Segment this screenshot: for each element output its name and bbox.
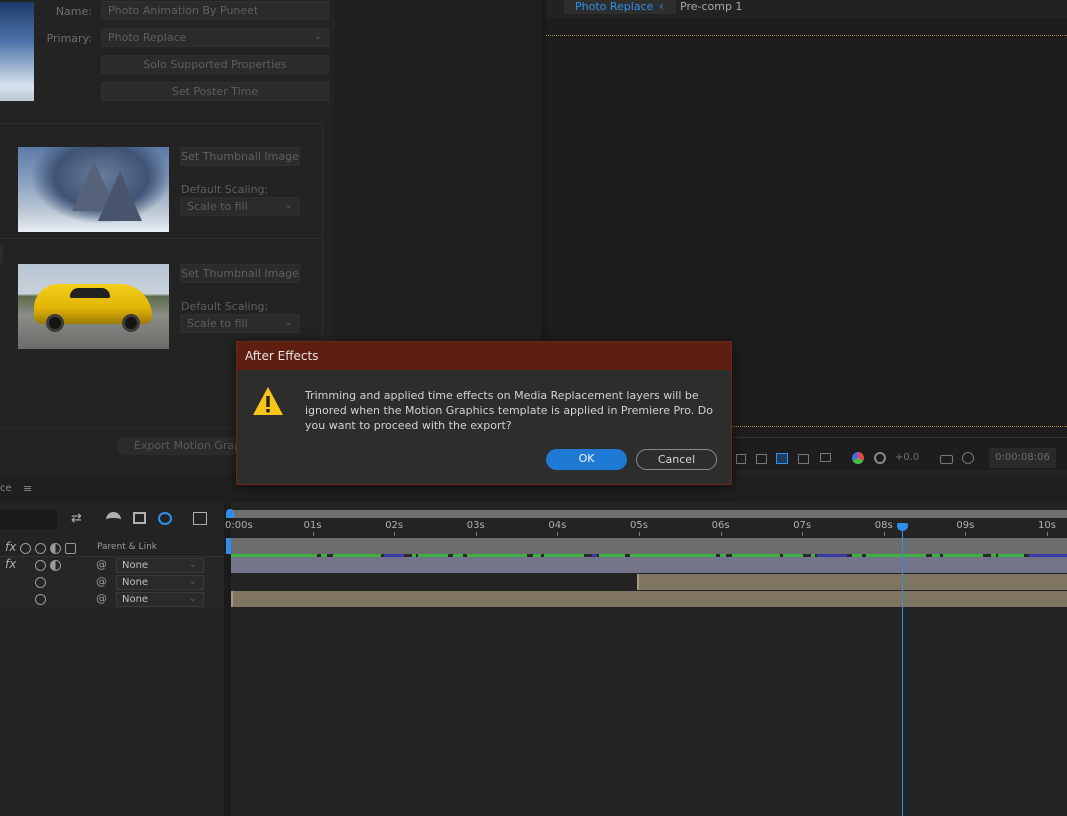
car-thumbnail <box>18 264 169 349</box>
ruler-label: 04s <box>548 520 567 531</box>
name-label: Name: <box>55 5 92 18</box>
ruler-tick <box>394 532 395 536</box>
cancel-button[interactable]: Cancel <box>636 449 717 470</box>
ruler-label: 10s <box>1038 520 1056 531</box>
parent-value: None <box>122 594 149 605</box>
ruler-tick <box>721 532 722 536</box>
ruler-tick <box>476 532 477 536</box>
scaling-value: Scale to fill <box>187 317 248 330</box>
in-point-marker <box>226 538 231 554</box>
ruler-label: 06s <box>711 520 730 531</box>
ok-button[interactable]: OK <box>546 449 627 470</box>
ruler-tick <box>884 532 885 536</box>
ruler-label: 03s <box>466 520 485 531</box>
transparency-grid-icon[interactable] <box>756 454 767 464</box>
exposure-value[interactable]: +0.0 <box>895 452 919 463</box>
pick-whip-icon[interactable]: @ <box>96 592 107 605</box>
layer-bar[interactable] <box>231 591 1067 607</box>
chevron-down-icon: ⌄ <box>284 317 293 328</box>
parent-value: None <box>122 560 149 571</box>
warning-icon <box>253 387 283 415</box>
chevron-down-icon: ⌄ <box>188 576 197 587</box>
render-bar-track <box>231 538 1067 554</box>
set-poster-time-button[interactable]: Set Poster Time <box>101 82 329 101</box>
channel-icon[interactable] <box>852 452 864 464</box>
ruler-label: 05s <box>630 520 648 531</box>
set-thumbnail-image-button[interactable]: Set Thumbnail Image <box>180 147 300 166</box>
ruler-tick <box>1047 532 1048 536</box>
layer-bar[interactable] <box>637 574 1067 590</box>
snapshot-display-icon[interactable] <box>820 453 831 462</box>
ruler-label: 08s <box>874 520 893 531</box>
ruler-label: 02s <box>385 520 404 531</box>
mountain-thumbnail <box>18 147 169 232</box>
motion-blur-switch-icon[interactable] <box>35 560 46 571</box>
parent-dropdown[interactable]: None ⌄ <box>116 592 204 607</box>
adjustment-layer-icon <box>50 543 61 554</box>
dialog-title: After Effects <box>237 342 731 370</box>
show-snapshot-icon[interactable] <box>962 452 974 464</box>
camera-icon[interactable] <box>940 455 953 464</box>
fast-preview-icon[interactable] <box>736 454 746 464</box>
switch-icon <box>20 543 31 554</box>
dialog-message: Trimming and applied time effects on Med… <box>305 389 713 432</box>
ruler-tick <box>639 532 640 536</box>
layer-row[interactable]: fx @ None ⌄ <box>0 557 224 574</box>
chevron-down-icon: ⌄ <box>188 559 197 570</box>
default-scaling-label: Default Scaling: <box>181 183 269 196</box>
mask-visibility-icon[interactable] <box>776 453 788 464</box>
ruler-tick <box>313 532 314 536</box>
primary-label: Primary: <box>46 32 92 45</box>
chevron-down-icon: ⌄ <box>284 200 293 211</box>
ruler-tick <box>802 532 803 536</box>
scaling-dropdown[interactable]: Scale to fill ⌄ <box>180 314 300 333</box>
scaling-value: Scale to fill <box>187 200 248 213</box>
motion-blur-switch-icon[interactable] <box>35 594 46 605</box>
template-name-input[interactable]: Photo Animation By Puneet <box>101 1 329 20</box>
motion-blur-switch-icon[interactable] <box>35 577 46 588</box>
scaling-dropdown[interactable]: Scale to fill ⌄ <box>180 197 300 216</box>
primary-comp-dropdown[interactable]: Photo Replace ⌄ <box>101 28 329 47</box>
timeline-panel: ce ≡ ⇄ fx Parent & Link fx @ None ⌄ @ Non… <box>0 476 1067 816</box>
ruler-label: 0:00s <box>225 520 253 531</box>
chevron-left-icon[interactable]: ‹ <box>659 0 664 13</box>
current-time-display[interactable]: 0:00:08:06 <box>989 448 1056 468</box>
chevron-down-icon: ⌄ <box>313 31 322 42</box>
adjustment-switch-icon[interactable] <box>50 560 61 571</box>
ruler-tick <box>557 532 558 536</box>
comp-boundary-line <box>546 35 1067 36</box>
pick-whip-icon[interactable]: @ <box>96 575 107 588</box>
set-thumbnail-image-button[interactable]: Set Thumbnail Image <box>180 264 300 283</box>
default-scaling-label: Default Scaling: <box>181 300 269 313</box>
ruler-tick <box>965 532 966 536</box>
parent-dropdown[interactable]: None ⌄ <box>116 558 204 573</box>
3d-layer-icon <box>65 543 76 554</box>
ruler-label: 01s <box>303 520 322 531</box>
primary-comp-value: Photo Replace <box>108 31 187 44</box>
fx-icon[interactable]: fx <box>5 557 16 571</box>
parent-link-header: Parent & Link <box>97 542 157 552</box>
layer-row[interactable]: @ None ⌄ <box>0 591 224 608</box>
parent-value: None <box>122 577 149 588</box>
solo-supported-properties-button[interactable]: Solo Supported Properties <box>101 55 329 74</box>
export-warning-dialog: After Effects Trimming and applied time … <box>236 341 732 485</box>
chevron-down-icon: ⌄ <box>188 593 197 604</box>
region-of-interest-icon[interactable] <box>798 454 809 464</box>
parent-dropdown[interactable]: None ⌄ <box>116 575 204 590</box>
layer-switches-header: fx Parent & Link <box>0 540 224 557</box>
layer-row[interactable]: @ None ⌄ <box>0 574 224 591</box>
fx-icon: fx <box>5 540 17 554</box>
layer-bar[interactable] <box>231 557 1067 573</box>
tab-photo-replace-label: Photo Replace <box>575 0 654 13</box>
motion-blur-switch-icon <box>35 543 46 554</box>
playhead-line <box>902 530 903 816</box>
exposure-icon[interactable] <box>874 452 886 464</box>
ruler-label: 09s <box>956 520 975 531</box>
divider <box>0 238 323 239</box>
tab-pre-comp-1[interactable]: Pre-comp 1 <box>680 0 742 13</box>
row-handle <box>0 245 3 263</box>
ruler-label: 07s <box>793 520 812 531</box>
pick-whip-icon[interactable]: @ <box>96 558 107 571</box>
